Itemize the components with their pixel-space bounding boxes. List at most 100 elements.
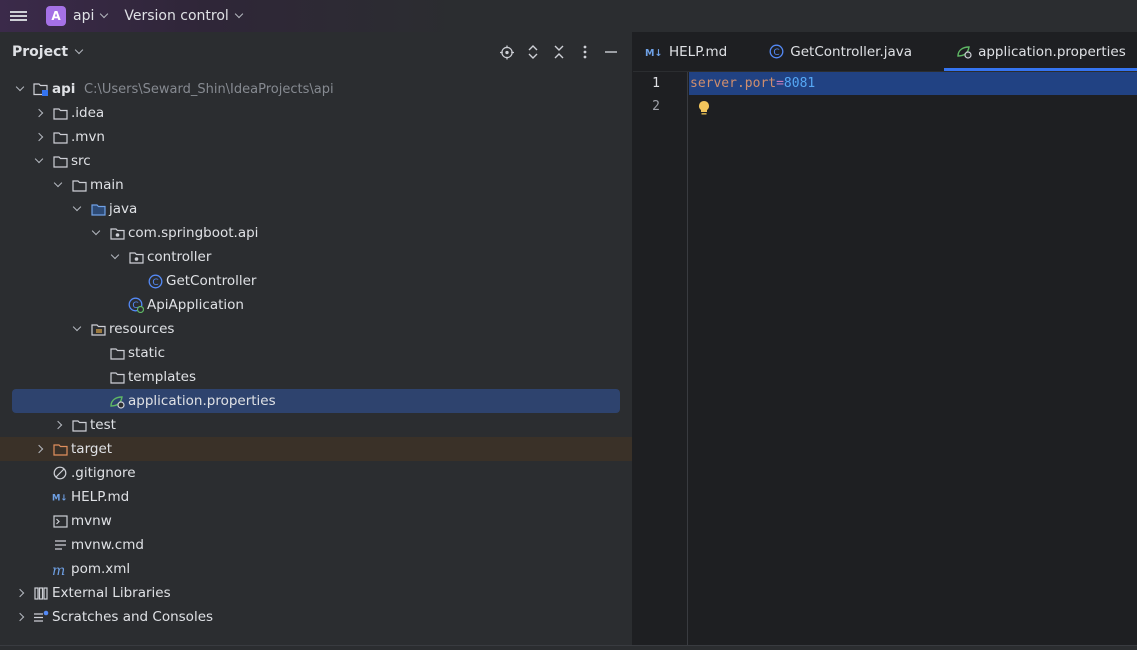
panel-toolbar: [500, 32, 618, 72]
tree-item-label: controller: [147, 249, 212, 265]
tree-item-label: api: [52, 81, 76, 97]
tree-item[interactable]: api C:\Users\Seward_Shin\IdeaProjects\api: [0, 77, 632, 101]
tree-item-label: HELP.md: [71, 489, 130, 505]
chevron-right-icon[interactable]: [13, 610, 27, 624]
tree-item[interactable]: .gitignore: [0, 461, 632, 485]
spring-properties-icon: [109, 393, 125, 409]
tree-item[interactable]: test: [0, 413, 632, 437]
editor-tab[interactable]: C GetController.java: [757, 32, 924, 71]
chevron-down-icon: [74, 45, 84, 55]
tree-item[interactable]: target: [0, 437, 632, 461]
excluded-folder-icon: [52, 441, 68, 457]
scratches-icon: [33, 609, 49, 625]
tree-item-label: mvnw: [71, 513, 112, 529]
editor-tab[interactable]: application.properties✕: [944, 32, 1137, 71]
shell-script-icon: [52, 513, 68, 529]
tree-item[interactable]: C ApiApplication: [0, 293, 632, 317]
lightbulb-icon[interactable]: [697, 100, 711, 120]
chevron-down-icon[interactable]: [89, 226, 103, 240]
chevron-down-icon[interactable]: [70, 202, 84, 216]
package-icon: [128, 249, 144, 265]
project-tool-window: Project api C:\Users\Seward_Shin\IdeaProj…: [0, 32, 632, 645]
tree-item-label: target: [71, 441, 113, 457]
folder-icon: [71, 177, 87, 193]
tree-item[interactable]: java: [0, 197, 632, 221]
tree-item[interactable]: External Libraries: [0, 581, 632, 605]
tree-item[interactable]: src: [0, 149, 632, 173]
tree-item-label: test: [90, 417, 116, 433]
project-name: api: [73, 8, 95, 24]
tab-label: GetController.java: [790, 43, 913, 60]
tree-item-label: resources: [109, 321, 175, 337]
editor-tab[interactable]: M↓ HELP.md: [633, 32, 739, 71]
chevron-right-icon[interactable]: [13, 586, 27, 600]
project-view-selector[interactable]: Project: [12, 44, 84, 60]
tree-item[interactable]: M↓ HELP.md: [0, 485, 632, 509]
tree-item[interactable]: mvnw: [0, 509, 632, 533]
options-kebab-icon[interactable]: [578, 45, 592, 59]
tree-item[interactable]: controller: [0, 245, 632, 269]
tree-item[interactable]: main: [0, 173, 632, 197]
tree-item[interactable]: Scratches and Consoles: [0, 605, 632, 629]
tab-label: HELP.md: [669, 43, 728, 60]
java-class-icon: C: [769, 44, 784, 59]
editor-area: M↓ HELP.md C GetController.java application.…: [633, 32, 1137, 645]
text-file-icon: [52, 537, 68, 553]
svg-text:m: m: [52, 563, 65, 576]
chevron-down-icon[interactable]: [70, 322, 84, 336]
tree-item[interactable]: static: [0, 341, 632, 365]
tree-item[interactable]: resources: [0, 317, 632, 341]
tree-item[interactable]: application.properties: [12, 389, 620, 413]
chevron-down-icon[interactable]: [51, 178, 65, 192]
svg-text:M↓: M↓: [645, 48, 662, 57]
chevron-down-icon[interactable]: [108, 250, 122, 264]
project-selector[interactable]: api: [73, 8, 109, 24]
project-badge[interactable]: A: [46, 6, 66, 26]
tree-item-label: .mvn: [71, 129, 105, 145]
folder-icon: [52, 105, 68, 121]
tree-item-label: com.springboot.api: [128, 225, 259, 241]
line-number: 2: [652, 99, 660, 114]
chevron-right-icon[interactable]: [32, 130, 46, 144]
collapse-all-icon[interactable]: [552, 45, 566, 59]
spring-boot-class-icon: C: [128, 297, 144, 313]
tree-item[interactable]: m pom.xml: [0, 557, 632, 581]
tree-item[interactable]: C GetController: [0, 269, 632, 293]
hamburger-icon: [9, 9, 27, 23]
chevron-down-icon[interactable]: [13, 82, 27, 96]
tree-item-label: static: [128, 345, 166, 361]
tree-item[interactable]: .idea: [0, 101, 632, 125]
folder-icon: [71, 417, 87, 433]
title-bar: A api Version control: [0, 0, 1137, 32]
property-value: 8081: [783, 76, 816, 91]
folder-icon: [52, 129, 68, 145]
chevron-right-icon[interactable]: [32, 106, 46, 120]
expand-all-icon[interactable]: [526, 45, 540, 59]
chevron-right-icon[interactable]: [51, 418, 65, 432]
minimize-icon[interactable]: [604, 45, 618, 59]
code-line[interactable]: server.port=8081: [689, 72, 1137, 95]
tree-item[interactable]: templates: [0, 365, 632, 389]
code-line[interactable]: [689, 95, 1137, 118]
line-number: 1: [652, 76, 660, 91]
code-area[interactable]: server.port=8081: [689, 72, 1137, 118]
tree-item-label: .idea: [71, 105, 105, 121]
tree-item[interactable]: .mvn: [0, 125, 632, 149]
locate-file-icon[interactable]: [500, 45, 514, 59]
main-menu-button[interactable]: [0, 0, 36, 32]
tree-item-label: Scratches and Consoles: [52, 609, 214, 625]
tree-item-label: GetController: [166, 273, 257, 289]
property-equals: =: [776, 76, 784, 91]
tree-item[interactable]: com.springboot.api: [0, 221, 632, 245]
spring-properties-icon: [956, 44, 972, 59]
tree-item-label: src: [71, 153, 91, 169]
chevron-right-icon[interactable]: [32, 442, 46, 456]
line-number-gutter: 1 2: [633, 72, 688, 645]
tree-item[interactable]: mvnw.cmd: [0, 533, 632, 557]
source-folder-icon: [90, 201, 106, 217]
chevron-down-icon[interactable]: [32, 154, 46, 168]
vcs-selector[interactable]: Version control: [124, 8, 244, 24]
tree-item-label: External Libraries: [52, 585, 171, 601]
chevron-down-icon: [100, 9, 109, 19]
java-class-icon: C: [147, 273, 163, 289]
